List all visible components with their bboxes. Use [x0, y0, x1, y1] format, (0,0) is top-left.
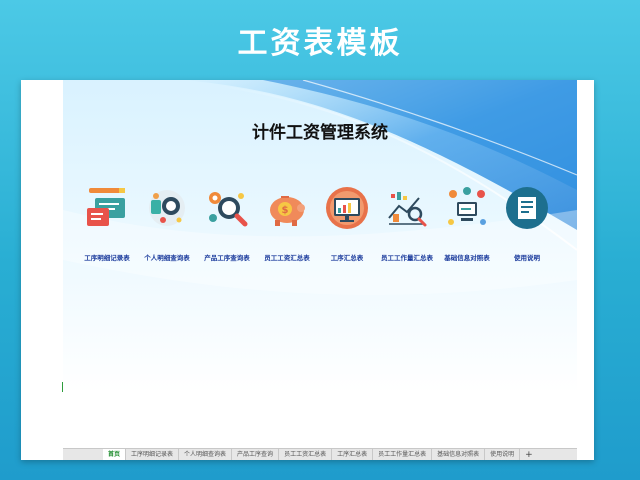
sheet-tab-bar: 首页 工序明细记录表 个人明细查询表 产品工序查询 员工工资汇总表 工序汇总表 … [63, 448, 577, 460]
tab-product-process[interactable]: 产品工序查询 [232, 449, 280, 460]
module-process-summary[interactable]: 工序汇总表 [317, 184, 377, 262]
svg-text:$: $ [282, 205, 289, 216]
module-personal-query[interactable]: 个人明细查询表 [137, 184, 197, 262]
tab-employee-salary[interactable]: 员工工资汇总表 [279, 449, 333, 460]
module-product-process[interactable]: 产品工序查询表 [197, 184, 257, 262]
module-label: 工序汇总表 [330, 254, 364, 262]
module-process-detail[interactable]: 工序明细记录表 [77, 184, 137, 262]
tab-instructions[interactable]: 使用说明 [485, 449, 521, 460]
document-icon [503, 184, 551, 232]
module-employee-salary[interactable]: $ 员工工资汇总表 [257, 184, 317, 262]
module-label: 产品工序查询表 [204, 254, 250, 262]
tab-process-summary[interactable]: 工序汇总表 [332, 449, 374, 460]
module-workload-summary[interactable]: 员工工作量汇总表 [377, 184, 437, 262]
tab-personal-query[interactable]: 个人明细查询表 [179, 449, 233, 460]
banner-title: 工资表模板 [237, 26, 403, 61]
monitor-chart-icon [323, 184, 371, 232]
module-label: 工序明细记录表 [84, 254, 130, 262]
dashboard-canvas: 计件工资管理系统 工序明细记录表 个人明细查询表 产品工序查询表 $ 员工工资汇… [63, 80, 577, 448]
module-label: 员工工作量汇总表 [381, 254, 433, 262]
module-label: 个人明细查询表 [144, 254, 190, 262]
system-title: 计件工资管理系统 [252, 123, 388, 143]
chat-pencil-icon [83, 184, 131, 232]
user-search-icon [143, 184, 191, 232]
tab-spacer [63, 449, 103, 460]
piggy-bank-icon: $ [263, 184, 311, 232]
tab-home[interactable]: 首页 [103, 449, 127, 460]
gear-magnifier-icon [203, 184, 251, 232]
module-label: 基础信息对照表 [444, 254, 490, 262]
module-label: 员工工资汇总表 [264, 254, 310, 262]
network-screen-icon [443, 184, 491, 232]
tab-process-detail[interactable]: 工序明细记录表 [126, 449, 180, 460]
tab-base-info[interactable]: 基础信息对照表 [432, 449, 486, 460]
chart-magnifier-icon [383, 184, 431, 232]
spreadsheet-window: 计件工资管理系统 工序明细记录表 个人明细查询表 产品工序查询表 $ 员工工资汇… [21, 80, 594, 460]
tab-workload-summary[interactable]: 员工工作量汇总表 [373, 449, 433, 460]
add-sheet-button[interactable]: + [520, 449, 538, 460]
module-base-info[interactable]: 基础信息对照表 [437, 184, 497, 262]
module-instructions[interactable]: 使用说明 [497, 184, 557, 262]
module-label: 使用说明 [514, 254, 540, 262]
